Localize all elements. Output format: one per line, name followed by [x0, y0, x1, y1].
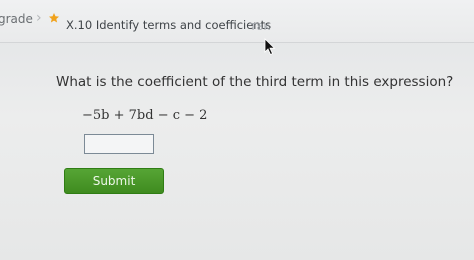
answer-input[interactable] — [84, 134, 154, 154]
breadcrumb-grade[interactable]: grade — [0, 12, 33, 26]
skill-title: X.10 Identify terms and coefficients — [66, 18, 272, 32]
submit-button[interactable]: Submit — [64, 168, 164, 194]
star-icon[interactable] — [48, 12, 60, 24]
mouse-cursor-icon — [264, 38, 276, 56]
breadcrumb-separator: › — [36, 10, 42, 26]
expression: −5b + 7bd − c − 2 — [82, 108, 208, 123]
question-text: What is the coefficient of the third ter… — [56, 74, 454, 90]
skill-code: T8K — [250, 22, 271, 33]
top-bar: grade › X.10 Identify terms and coeffici… — [0, 0, 474, 43]
